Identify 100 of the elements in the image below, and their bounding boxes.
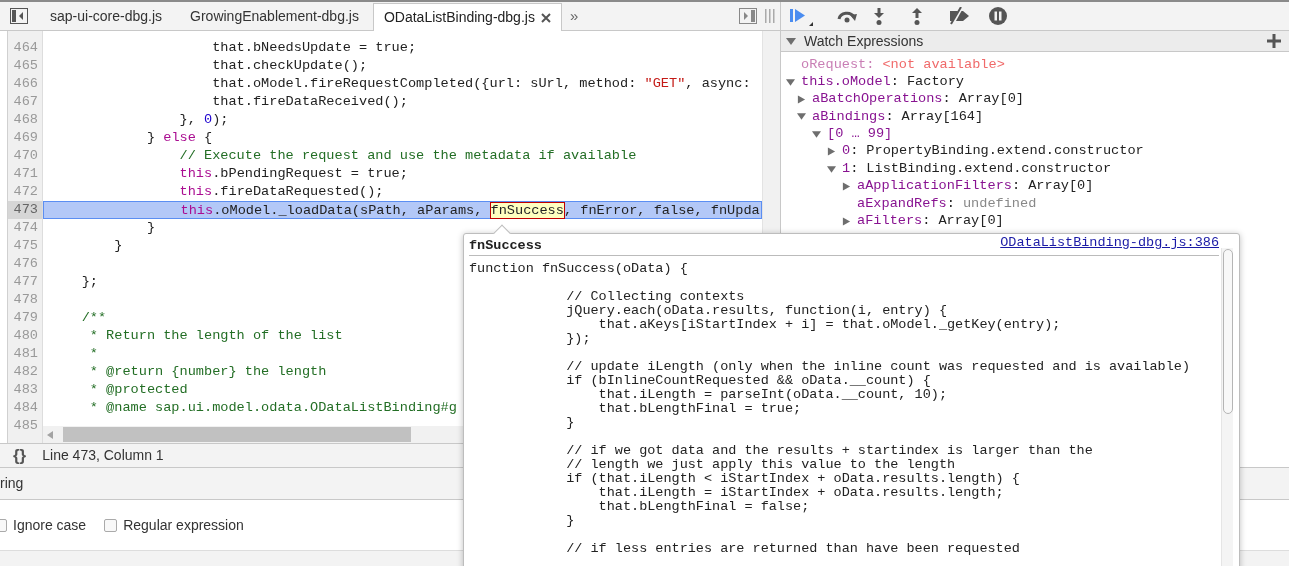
separator: : [850, 142, 859, 161]
code-line: * @name sap.ui.model.odata.ODataListBinding#g [88, 399, 457, 417]
popover-scrollbar[interactable] [1221, 248, 1233, 566]
navigator-toggle-icon[interactable] [10, 8, 28, 24]
line-number: 479 [12, 309, 39, 327]
file-tab[interactable]: ODataListBinding-dbg.js [372, 3, 562, 31]
line-number: 474 [12, 219, 39, 237]
step-out-icon[interactable] [912, 7, 922, 25]
disclosure-triangle-icon[interactable] [842, 216, 851, 226]
line-number: 467 [12, 93, 39, 111]
property-value: Array[0] [958, 90, 1024, 109]
drawer-tab[interactable]: ring [0, 473, 24, 494]
line-number: 470 [12, 147, 39, 165]
step-over-icon[interactable] [836, 9, 858, 23]
code-line: // Execute the request and use the metadata if available [178, 147, 637, 165]
pause-icon[interactable] [989, 7, 1007, 25]
file-tab[interactable]: GrowingEnablement-dbg.js [176, 2, 373, 30]
section-header[interactable]: Watch Expressions [781, 31, 1289, 52]
separator: : [1012, 177, 1021, 196]
separator: : [885, 107, 894, 126]
property-name: aBindings [812, 107, 886, 126]
panel-toggle-icon[interactable] [739, 8, 757, 24]
scrollbar-thumb[interactable] [63, 427, 411, 442]
code-line: * Return the length of the list [88, 327, 343, 345]
add-icon[interactable] [1267, 34, 1281, 48]
property-name: aExpandRefs [857, 194, 947, 213]
popover-title: fnSuccess [469, 239, 542, 253]
line-number: 469 [12, 129, 39, 147]
separator: : [946, 194, 955, 213]
close-icon[interactable] [540, 12, 551, 23]
line-number: 482 [12, 363, 39, 381]
line-number: 484 [12, 399, 39, 417]
property-name: aApplicationFilters [857, 177, 1012, 196]
line-number: 465 [12, 57, 39, 75]
line-number: 483 [12, 381, 39, 399]
pretty-print-button[interactable]: {} [13, 447, 27, 464]
code-line: /** [80, 309, 107, 327]
file-tab[interactable]: sap-ui-core-dbg.js [36, 2, 177, 30]
property-value: undefined [962, 194, 1037, 213]
disclosure-triangle-icon[interactable] [797, 94, 806, 104]
step-into-icon[interactable] [874, 7, 884, 25]
checkbox-label[interactable]: Ignore case [13, 514, 87, 536]
checkbox[interactable] [104, 518, 118, 532]
line-number: 477 [12, 273, 39, 291]
property-value: Array[164] [901, 107, 984, 126]
code-line: * @protected [88, 381, 188, 399]
line-number: 473 [8, 201, 42, 219]
cursor-position: Line 473, Column 1 [42, 446, 164, 465]
separator: : [850, 159, 859, 178]
disclosure-triangle-icon[interactable] [786, 77, 795, 87]
overflow-button[interactable]: » [561, 2, 587, 30]
disclosure-triangle-icon[interactable] [827, 147, 836, 157]
separator: : [890, 72, 899, 91]
separator: : [922, 212, 931, 230]
property-value: PropertyBinding.extend.constructor [866, 142, 1144, 161]
code-line: * @return {number} the length [88, 363, 327, 381]
resume-icon[interactable] [790, 6, 814, 26]
separator: : [866, 55, 875, 74]
function-source: function fnSuccess(oData) { // Collecting contexts jQuery.each(oData.results, function(i, entry) { that.aKeys[iStartIndex + i] = that.oModel._getKey(entry); }); // update iLength (only when the inline count was requested and is available) if (bInlineCountRequested && oData.__count) { that.iLength = parseInt(oData.__count, 10); that.bLengthFinal = true; } // if we got data and the results + startindex is larger than the // length we just apply this value to the length if (that.iLength < iStartIndex + oData.results.length) { that.iLength = iStartIndex + oData.results.length; that.bLengthFinal = false; } // if less entries are returned than have been requested [469, 262, 1192, 556]
property-value: Array[0] [938, 212, 1004, 230]
code-line: this.fireDataRequested(); [178, 183, 384, 201]
line-number: 476 [12, 255, 39, 273]
disclosure-triangle-icon[interactable] [812, 129, 821, 139]
scrollbar-thumb[interactable] [1223, 249, 1233, 414]
code-line: } else { [145, 129, 213, 147]
property-name: this.oModel [801, 72, 891, 91]
code-line: * [88, 345, 98, 363]
property-value: <not available> [882, 55, 1005, 74]
code-line: that.checkUpdate(); [211, 57, 368, 75]
property-name: 0 [842, 142, 851, 161]
code-line: }; [80, 273, 98, 291]
disclosure-triangle-icon[interactable] [797, 112, 806, 122]
line-number: 480 [12, 327, 39, 345]
code-line: that.fireDataReceived(); [211, 93, 408, 111]
section-title: Watch Expressions [804, 31, 924, 51]
property-name: 1 [842, 159, 851, 178]
line-number: 464 [12, 39, 39, 57]
line-number: 485 [12, 417, 39, 435]
code-line: that.bNeedsUpdate = true; [211, 39, 417, 57]
code-line: }, 0); [178, 111, 229, 129]
drag-handle-icon[interactable] [765, 9, 775, 23]
property-name: aBatchOperations [812, 90, 943, 109]
source-link[interactable]: ODataListBinding-dbg.js:386 [1000, 232, 1219, 253]
code-line: } [113, 237, 123, 255]
property-name: oRequest [801, 55, 867, 74]
disclosure-triangle-icon[interactable] [827, 164, 836, 174]
disclosure-triangle-icon[interactable] [786, 36, 796, 46]
line-number: 475 [12, 237, 39, 255]
separator: : [942, 90, 951, 109]
line-number: 481 [12, 345, 39, 363]
line-number: 472 [12, 183, 39, 201]
checkbox-label[interactable]: Regular expression [123, 514, 244, 536]
property-name: aFilters [857, 212, 923, 230]
property-value: Array[0] [1028, 177, 1094, 196]
line-number: 466 [12, 75, 39, 93]
line-number: 478 [12, 291, 39, 309]
property-name: [0 … 99] [827, 125, 893, 144]
property-value: ListBinding.extend.constructor [866, 159, 1112, 178]
line-number: 468 [12, 111, 39, 129]
disclosure-triangle-icon[interactable] [842, 181, 851, 191]
